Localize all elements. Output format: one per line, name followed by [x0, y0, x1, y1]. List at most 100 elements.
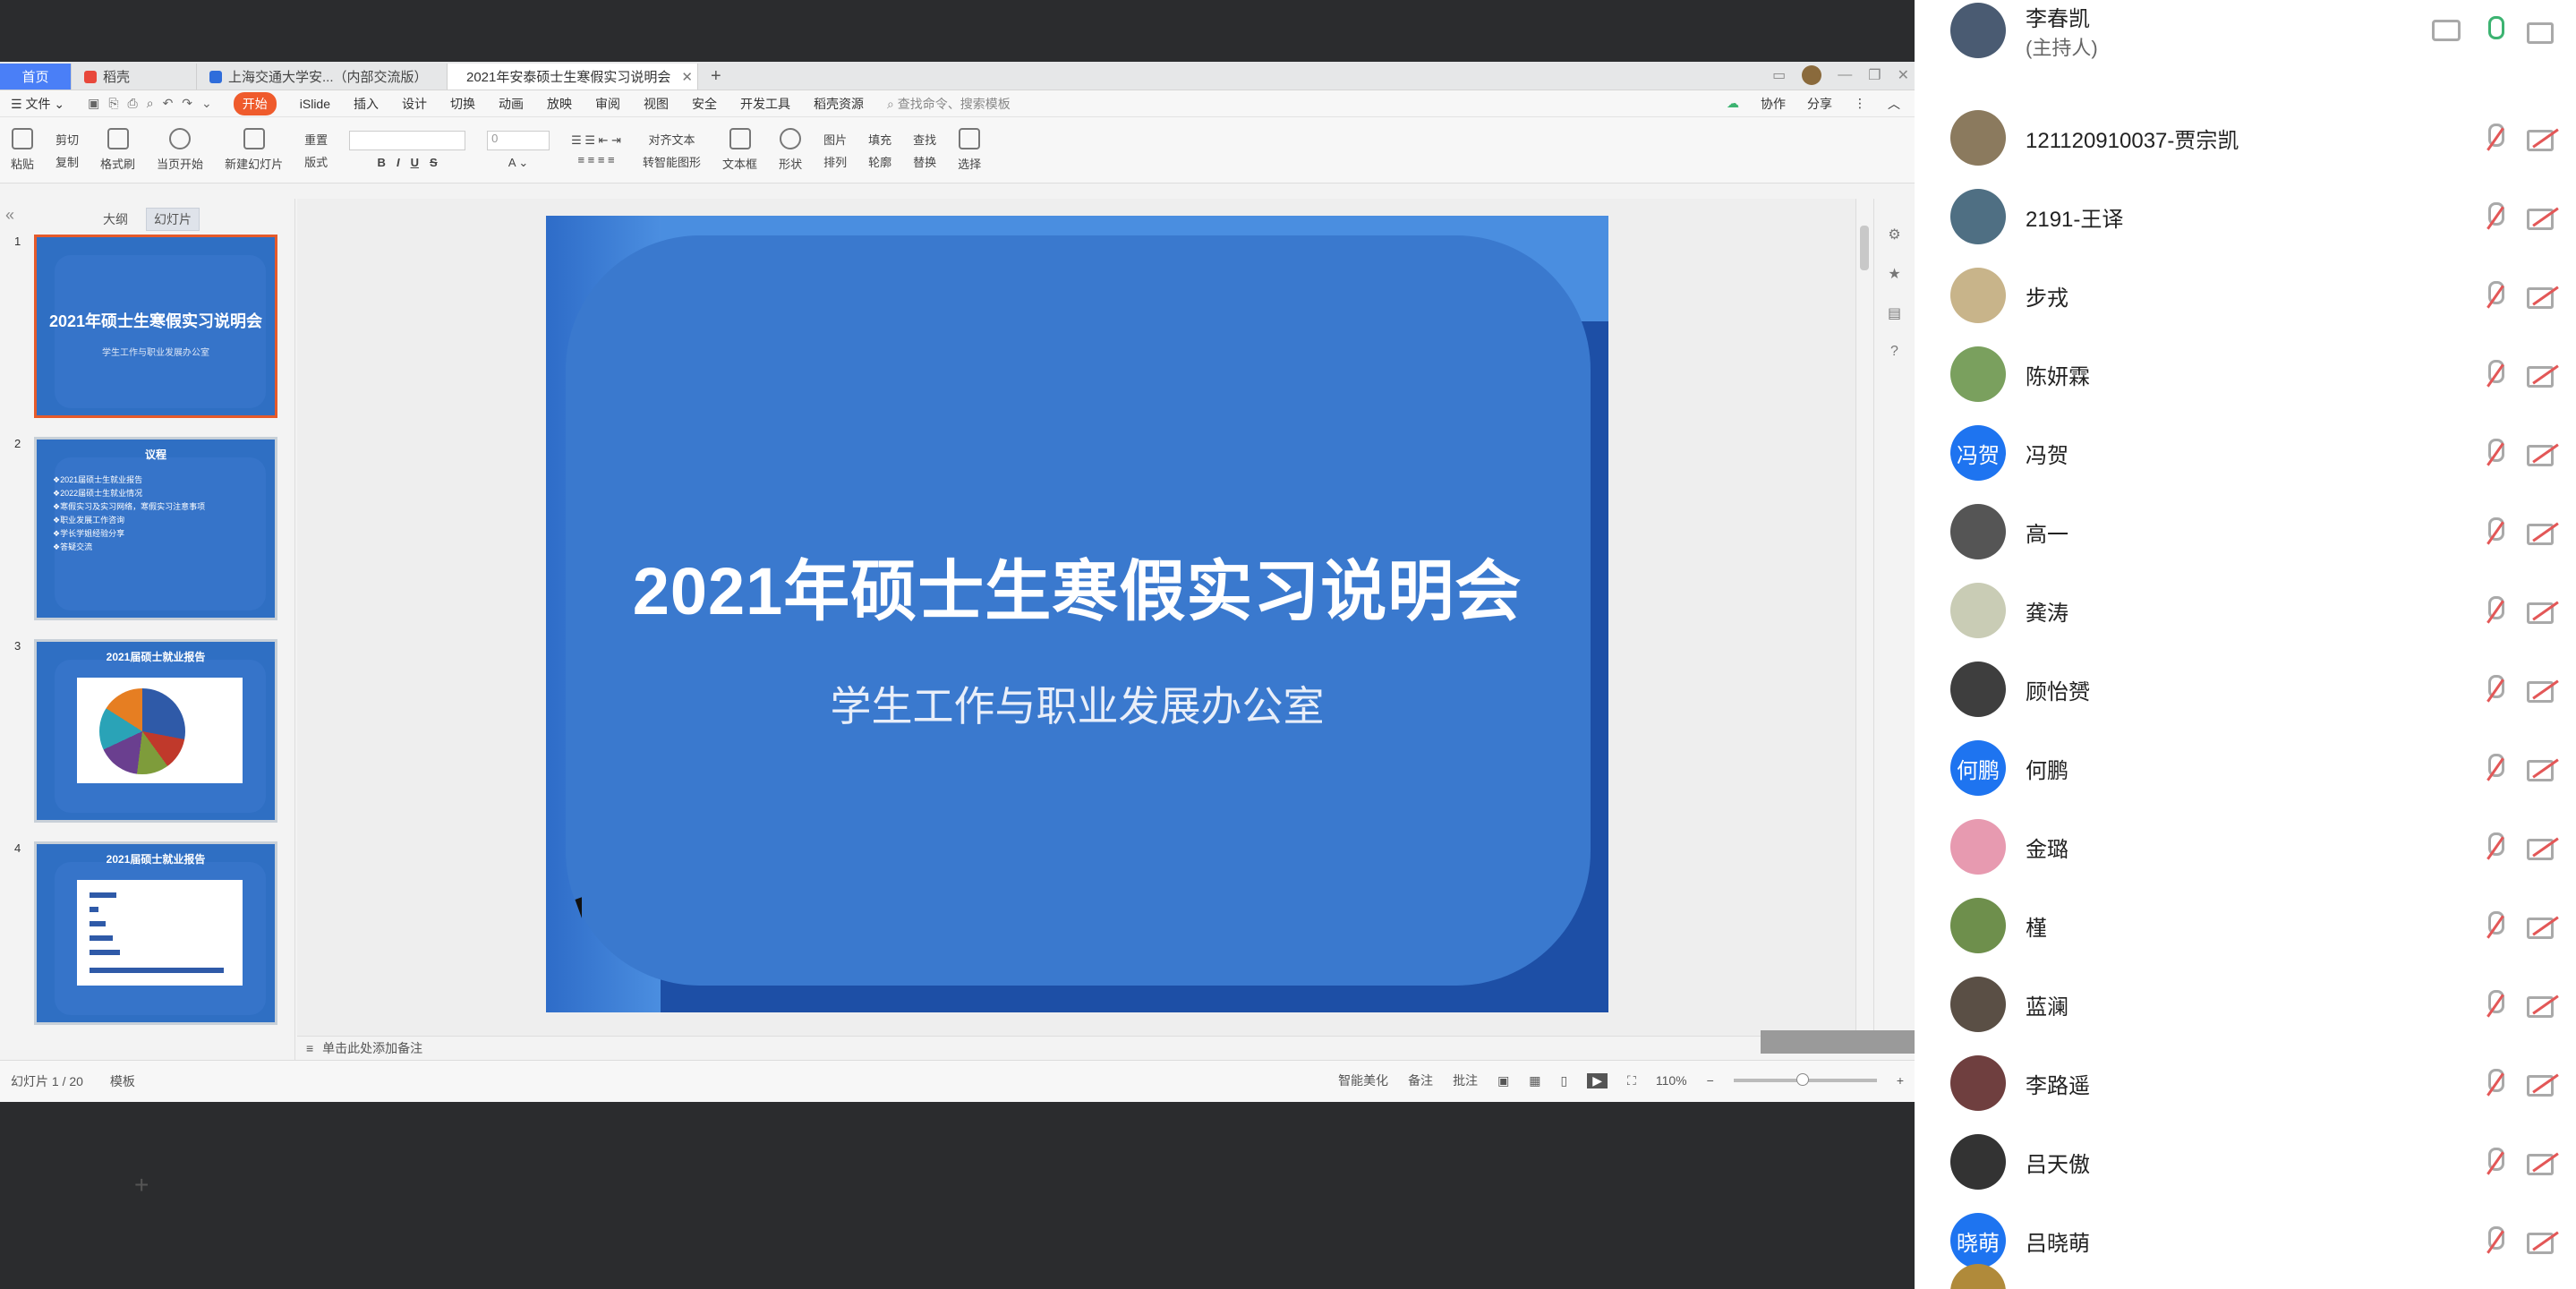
camera-off-icon[interactable] — [2527, 1150, 2559, 1175]
font-color-button[interactable]: A ⌄ — [508, 156, 528, 170]
new-slide-button[interactable]: 新建幻灯片 — [225, 128, 283, 172]
camera-off-icon[interactable] — [2527, 756, 2559, 781]
menu-slideshow[interactable]: 放映 — [547, 95, 572, 113]
help-icon[interactable]: ? — [1890, 344, 1898, 360]
camera-off-icon[interactable] — [2527, 1229, 2559, 1254]
current-slide[interactable]: 2021年硕士生寒假实习说明会 学生工作与职业发展办公室 — [546, 216, 1608, 1012]
vertical-scrollbar[interactable] — [1855, 199, 1873, 1036]
menu-design[interactable]: 设计 — [402, 95, 427, 113]
camera-off-icon[interactable] — [2527, 1071, 2559, 1097]
zoom-slider-thumb[interactable] — [1796, 1073, 1809, 1086]
zoom-in-icon[interactable]: + — [1897, 1073, 1904, 1088]
menu-view[interactable]: 视图 — [644, 95, 669, 113]
layout-button[interactable]: 版式 — [304, 153, 328, 170]
menu-file[interactable]: ☰ 文件 ⌄ — [11, 95, 64, 113]
select-button[interactable]: 选择 — [958, 128, 981, 172]
redo-icon[interactable]: ↷ — [182, 96, 192, 111]
mic-muted-icon[interactable] — [2480, 437, 2507, 469]
preview-icon[interactable]: ⌕ — [147, 96, 154, 111]
participant-row[interactable]: 陈妍霖 — [1950, 335, 2559, 414]
collapse-ribbon-icon[interactable]: ︿ — [1888, 95, 1900, 113]
participant-row[interactable]: 金璐 — [1950, 807, 2559, 886]
camera-off-icon[interactable] — [2527, 599, 2559, 624]
format-painter-button[interactable]: 格式刷 — [100, 128, 135, 172]
reset-button[interactable]: 重置 — [304, 131, 328, 148]
collab-button[interactable]: 协作 — [1761, 95, 1786, 113]
mic-muted-icon[interactable] — [2480, 1146, 2507, 1178]
slide-thumb-2[interactable]: 2 议程 ❖2021届硕士生就业报告 ❖2022届硕士生就业情况 ❖寒假实习及实… — [14, 437, 277, 620]
command-search[interactable]: ⌕ 查找命令、搜索模板 — [887, 95, 1011, 113]
restore-icon[interactable]: ❐ — [1868, 66, 1881, 84]
participant-row[interactable]: 2191-王译 — [1950, 177, 2559, 256]
template-button[interactable]: 模板 — [110, 1072, 135, 1090]
bullets-icon[interactable]: ☰ ☰ ⇤ ⇥ — [571, 133, 621, 148]
textbox-button[interactable]: 文本框 — [722, 128, 757, 172]
menu-transition[interactable]: 切换 — [450, 95, 475, 113]
copy-button[interactable]: 复制 — [55, 153, 79, 170]
camera-icon[interactable] — [2527, 19, 2559, 44]
mic-muted-icon[interactable] — [2480, 122, 2507, 154]
mic-muted-icon[interactable] — [2480, 988, 2507, 1020]
camera-off-icon[interactable] — [2527, 914, 2559, 939]
comments-toggle[interactable]: 批注 — [1453, 1071, 1478, 1089]
new-tab-button[interactable]: + — [698, 64, 734, 90]
play-slideshow-icon[interactable]: ▶ — [1587, 1072, 1608, 1088]
more-icon[interactable]: ⌄ — [201, 96, 212, 111]
participant-row[interactable]: 槿 — [1950, 886, 2559, 965]
add-slide-button[interactable]: + — [134, 1171, 149, 1199]
camera-off-icon[interactable] — [2527, 520, 2559, 545]
align-text-button[interactable]: 对齐文本 — [649, 131, 695, 148]
menu-docer-resources[interactable]: 稻壳资源 — [814, 95, 864, 113]
fill-button[interactable]: 填充 — [868, 131, 891, 148]
mic-on-icon[interactable] — [2480, 14, 2507, 47]
normal-view-icon[interactable]: ▣ — [1497, 1073, 1509, 1088]
underline-button[interactable]: U — [411, 156, 419, 169]
alignment-icon[interactable]: ≡ ≡ ≡ ≡ — [577, 153, 614, 166]
participant-row[interactable]: 蓝澜 — [1950, 965, 2559, 1044]
beautify-button[interactable]: 智能美化 — [1338, 1071, 1388, 1089]
screen-share-icon[interactable] — [2432, 20, 2461, 41]
menu-islide[interactable]: iSlide — [300, 97, 330, 111]
shape-button[interactable]: 形状 — [779, 128, 802, 172]
save-icon[interactable]: ▣ — [88, 96, 99, 111]
camera-off-icon[interactable] — [2527, 126, 2559, 151]
scroll-thumb[interactable] — [1860, 226, 1869, 270]
mic-muted-icon[interactable] — [2480, 279, 2507, 312]
menu-animation[interactable]: 动画 — [499, 95, 524, 113]
animation-icon[interactable]: ★ — [1888, 265, 1900, 283]
participant-row[interactable]: 李路遥 — [1950, 1044, 2559, 1123]
slide-thumb-4[interactable]: 4 2021届硕士就业报告 — [14, 841, 277, 1025]
cloud-icon[interactable]: ☁ — [1727, 96, 1739, 111]
menu-insert[interactable]: 插入 — [354, 95, 379, 113]
notes-toggle[interactable]: 备注 — [1408, 1071, 1433, 1089]
tab-outline[interactable]: 大纲 — [103, 210, 128, 228]
export-icon[interactable]: ⎘ — [108, 96, 118, 111]
paste-button[interactable]: 粘贴 — [11, 128, 34, 172]
mic-muted-icon[interactable] — [2480, 594, 2507, 627]
outline-button[interactable]: 轮廓 — [868, 153, 891, 170]
mic-muted-icon[interactable] — [2480, 358, 2507, 390]
camera-off-icon[interactable] — [2527, 835, 2559, 860]
slide-thumb-3[interactable]: 3 2021届硕士就业报告 — [14, 639, 277, 823]
horizontal-scrollbar[interactable] — [1761, 1030, 1915, 1054]
strike-button[interactable]: S — [430, 156, 438, 169]
font-family-select[interactable] — [349, 131, 466, 150]
cut-button[interactable]: 剪切 — [55, 131, 79, 148]
camera-off-icon[interactable] — [2527, 363, 2559, 388]
print-icon[interactable]: ⎙ — [128, 96, 138, 111]
participant-row[interactable]: 高一 — [1950, 492, 2559, 571]
account-avatar[interactable] — [1802, 65, 1822, 85]
menu-review[interactable]: 审阅 — [595, 95, 620, 113]
font-size-select[interactable]: 0 — [487, 130, 550, 150]
slide-subtitle[interactable]: 学生工作与职业发展办公室 — [546, 674, 1608, 733]
reading-view-icon[interactable]: ▯ — [1561, 1073, 1568, 1088]
zoom-out-icon[interactable]: − — [1707, 1073, 1714, 1088]
menu-developer[interactable]: 开发工具 — [740, 95, 790, 113]
participant-row[interactable]: 何鹏 何鹏 — [1950, 729, 2559, 807]
undo-icon[interactable]: ↶ — [163, 96, 174, 111]
share-button[interactable]: 分享 — [1807, 95, 1832, 113]
menu-start[interactable]: 开始 — [233, 91, 277, 115]
sorter-view-icon[interactable]: ▦ — [1529, 1073, 1540, 1088]
slide-thumb-1[interactable]: 1 2021年硕士生寒假实习说明会 学生工作与职业发展办公室 — [14, 235, 277, 418]
participant-row[interactable]: 冯贺 冯贺 — [1950, 414, 2559, 492]
